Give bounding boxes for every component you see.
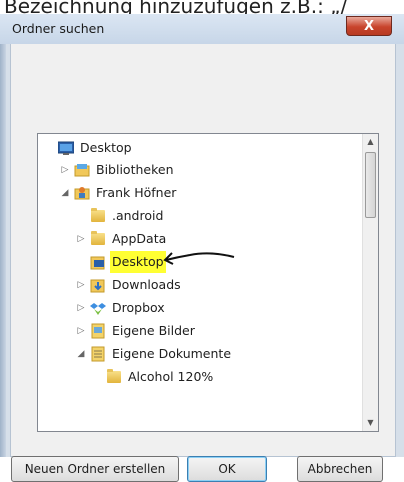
tree-item-eigene-bilder[interactable]: ▷ Eigene Bilder — [76, 320, 360, 342]
dialog-title: Ordner suchen — [12, 21, 105, 36]
tree-item-alcohol-120[interactable]: Alcohol 120% — [92, 366, 360, 388]
desktop-folder-icon — [90, 254, 106, 270]
desktop-icon — [57, 140, 75, 156]
tree-item-label: AppData — [112, 231, 167, 246]
tree-expander — [92, 366, 102, 388]
tree-item-downloads[interactable]: ▷ Downloads — [76, 274, 360, 296]
expand-arrow-icon[interactable]: ▷ — [76, 297, 86, 319]
tree-item-label: Frank Höfner — [96, 185, 177, 200]
dropbox-icon — [90, 300, 106, 316]
expand-arrow-icon[interactable]: ▷ — [76, 228, 86, 250]
expand-arrow-icon[interactable]: ▷ — [60, 159, 70, 181]
tree-item-desktop[interactable]: Desktop — [44, 137, 360, 159]
tree-item-label: Desktop — [110, 251, 166, 273]
folder-icon — [106, 369, 122, 385]
new-folder-button[interactable]: Neuen Ordner erstellen — [11, 456, 179, 482]
user-folder-icon — [74, 185, 90, 201]
collapse-arrow-icon[interactable]: ◢ — [60, 182, 70, 204]
libraries-icon — [74, 162, 90, 178]
collapse-arrow-icon[interactable]: ◢ — [76, 343, 86, 365]
cancel-button[interactable]: Abbrechen — [297, 456, 383, 482]
scroll-down-icon[interactable]: ▼ — [363, 415, 378, 431]
downloads-folder-icon — [90, 277, 106, 293]
folder-icon — [90, 208, 106, 224]
tree-item-label: .android — [112, 208, 164, 223]
tree-expander — [76, 251, 86, 273]
tree-item-label: Alcohol 120% — [128, 369, 214, 384]
annotation-arrow-icon — [163, 252, 235, 265]
tree-item-label: Desktop — [80, 140, 132, 155]
tree-expander — [76, 205, 86, 227]
tree-expander — [44, 137, 54, 159]
pictures-folder-icon — [90, 323, 106, 339]
close-icon: X — [363, 19, 375, 34]
expand-arrow-icon[interactable]: ▷ — [76, 274, 86, 296]
documents-folder-icon — [90, 346, 106, 362]
tree-item-frank-hoefner[interactable]: ◢ Frank Höfner — [60, 182, 360, 204]
vertical-scrollbar[interactable]: ▲ ▼ — [362, 134, 378, 431]
close-button[interactable]: X — [346, 16, 392, 36]
scroll-up-icon[interactable]: ▲ — [363, 134, 378, 150]
tree-item-label: Dropbox — [112, 300, 165, 315]
expand-arrow-icon[interactable]: ▷ — [76, 320, 86, 342]
folder-icon — [90, 231, 106, 247]
tree-item-eigene-dokumente[interactable]: ◢ Eigene Dokumente — [76, 343, 360, 365]
tree-item-label: Downloads — [112, 277, 181, 292]
scrollbar-thumb[interactable] — [365, 152, 376, 218]
folder-browse-dialog: Ordner suchen X Desktop ▷ Bibliotheken ◢… — [0, 14, 404, 482]
title-bar[interactable]: Ordner suchen X — [0, 14, 404, 44]
tree-item-bibliotheken[interactable]: ▷ Bibliotheken — [60, 159, 360, 181]
tree-item-label: Bibliotheken — [96, 162, 174, 177]
folder-tree[interactable]: Desktop ▷ Bibliotheken ◢ Frank Höfner .a… — [37, 133, 379, 432]
tree-item-android[interactable]: .android — [76, 205, 360, 227]
tree-item-dropbox[interactable]: ▷ Dropbox — [76, 297, 360, 319]
tree-item-label: Eigene Dokumente — [112, 346, 232, 361]
tree-item-label: Eigene Bilder — [112, 323, 195, 338]
ok-button[interactable]: OK — [187, 456, 267, 482]
